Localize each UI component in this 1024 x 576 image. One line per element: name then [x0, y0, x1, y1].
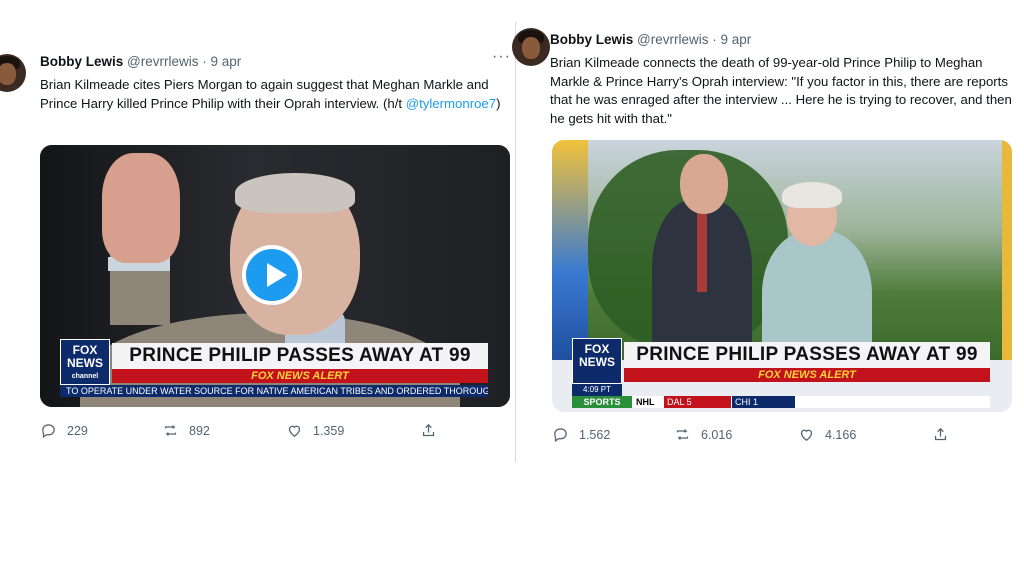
ticker-crawl: TO OPERATE UNDER WATER SOURCE FOR NATIVE… [60, 385, 488, 397]
reply-count: 1.562 [579, 427, 611, 442]
reply-icon [554, 428, 567, 443]
tweet-text: Brian Kilmeade connects the death of 99-… [550, 55, 1012, 126]
team-score-1: DAL 5 [664, 396, 731, 408]
like-count: 4.166 [825, 427, 857, 442]
tweet-header: Bobby Lewis @revrrlewis · 9 apr [550, 32, 751, 47]
photo-edge-right [1002, 140, 1012, 360]
separator: · [712, 32, 717, 47]
tweet-header: Bobby Lewis @revrrlewis · 9 apr [40, 54, 241, 69]
team-score-2: CHI 1 [732, 396, 795, 408]
tweet-date[interactable]: 9 apr [721, 32, 752, 47]
separator: · [202, 54, 207, 69]
ticker-headline: PRINCE PHILIP PASSES AWAY AT 99 [624, 342, 990, 368]
like-button[interactable]: 4.166 [798, 426, 856, 443]
fox-news-logo: FOX NEWS channel [60, 339, 110, 385]
reply-icon [42, 424, 55, 439]
news-ticker: FOX NEWS PRINCE PHILIP PASSES AWAY AT 99… [552, 336, 1012, 412]
retweet-count: 892 [189, 423, 210, 438]
retweet-icon [676, 429, 689, 440]
heart-icon [288, 425, 301, 437]
video-media[interactable]: FOX NEWS channel PRINCE PHILIP PASSES AW… [40, 145, 510, 407]
share-button[interactable] [420, 422, 437, 439]
avatar[interactable] [512, 28, 550, 66]
photo-waving-hand [102, 153, 180, 263]
photo-man-tie [697, 212, 707, 292]
share-icon [422, 423, 435, 437]
play-icon[interactable] [242, 245, 302, 305]
tweet-2[interactable]: Bobby Lewis @revrrlewis · 9 apr Brian Ki… [512, 22, 1024, 462]
retweet-icon [164, 425, 177, 436]
ticker-alert: FOX NEWS ALERT [624, 368, 990, 382]
fox-news-logo: FOX NEWS [572, 338, 622, 384]
more-options-icon[interactable]: ··· [492, 48, 511, 66]
retweet-count: 6.016 [701, 427, 733, 442]
tweet-date[interactable]: 9 apr [211, 54, 242, 69]
mention-link[interactable]: @tylermonroe7 [406, 96, 496, 111]
ticker-time: 4:09 PT [572, 384, 622, 396]
share-button[interactable] [932, 426, 949, 443]
sports-label: SPORTS [572, 396, 632, 408]
photo-man-head [680, 154, 728, 214]
sports-ticker: SPORTS NHL DAL 5 CHI 1 [572, 396, 990, 408]
heart-icon [800, 429, 813, 441]
reply-button[interactable]: 229 [40, 422, 88, 439]
author-name[interactable]: Bobby Lewis [40, 54, 123, 69]
photo-woman-hair [782, 182, 842, 208]
like-button[interactable]: 1.359 [286, 422, 344, 439]
news-ticker: FOX NEWS channel PRINCE PHILIP PASSES AW… [40, 337, 510, 407]
avatar[interactable] [0, 54, 26, 92]
author-handle[interactable]: @revrrlewis [127, 54, 198, 69]
author-handle[interactable]: @revrrlewis [637, 32, 708, 47]
share-icon [934, 427, 947, 441]
author-name[interactable]: Bobby Lewis [550, 32, 633, 47]
ticker-alert: FOX NEWS ALERT [112, 369, 488, 383]
league-label: NHL [636, 397, 655, 407]
tweet-1[interactable]: Bobby Lewis @revrrlewis · 9 apr ··· Bria… [0, 40, 515, 460]
like-count: 1.359 [313, 423, 345, 438]
retweet-button[interactable]: 892 [162, 422, 210, 439]
reply-count: 229 [67, 423, 88, 438]
photo-media[interactable]: FOX NEWS PRINCE PHILIP PASSES AWAY AT 99… [552, 140, 1012, 412]
photo-hair [235, 173, 355, 213]
tweet-body-end: ) [496, 95, 501, 111]
photo-edge-left [552, 140, 588, 360]
reply-button[interactable]: 1.562 [552, 426, 610, 443]
retweet-button[interactable]: 6.016 [674, 426, 732, 443]
tweet-text: Brian Kilmeade cites Piers Morgan to aga… [40, 76, 505, 113]
ticker-headline: PRINCE PHILIP PASSES AWAY AT 99 [112, 343, 488, 369]
